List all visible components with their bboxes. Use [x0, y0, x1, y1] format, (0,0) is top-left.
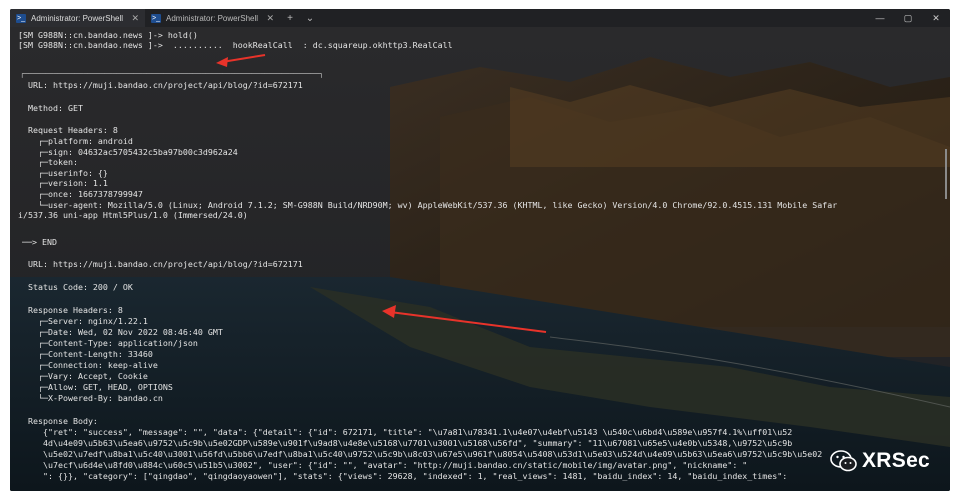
response-header-line: └─X-Powered-By: bandao.cn [28, 394, 163, 403]
request-method: Method: GET [28, 104, 83, 113]
powershell-icon: >_ [151, 13, 161, 23]
powershell-icon: >_ [16, 13, 26, 23]
minimize-button[interactable]: — [866, 9, 894, 27]
response-headers-title: Response Headers: 8 [28, 306, 123, 315]
request-header-line: ┌─token: [28, 158, 78, 168]
terminal-window: >_ Administrator: PowerShell ✕ >_ Admini… [10, 9, 950, 491]
tab-powershell-2[interactable]: >_ Administrator: PowerShell ✕ [145, 9, 280, 27]
response-body-line: 4d\u4e09\u5b63\u5ea6\u9752\u5c9b\u5e02GD… [28, 439, 793, 448]
prompt-line-2: [SM G988N::cn.bandao.news ]-> ..........… [18, 41, 453, 50]
prompt: [SM G988N::cn.bandao.news ]-> [18, 31, 168, 40]
tab-label: Administrator: PowerShell [31, 13, 124, 23]
close-tab-icon[interactable]: ✕ [266, 13, 274, 24]
request-header-line: ┌─version: 1.1 [28, 179, 108, 189]
box-top-border: ┌───────────────────────────────────────… [20, 70, 324, 78]
watermark: XRSec [830, 449, 930, 473]
wechat-icon [830, 450, 857, 472]
response-body-title: Response Body: [28, 417, 98, 426]
response-header-line: ┌─Server: nginx/1.22.1 [28, 317, 148, 326]
response-body-line: ": {}}, "category": ["qingdao", "qingdao… [28, 472, 793, 481]
request-header-line: ┌─sign: 04632ac5705432c5ba97b00c3d962a24 [28, 147, 238, 157]
response-url: URL: https://muji.bandao.cn/project/api/… [28, 260, 303, 269]
prompt: [SM G988N::cn.bandao.news ]-> [18, 41, 168, 50]
maximize-button[interactable]: ▢ [894, 9, 922, 27]
request-url: URL: https://muji.bandao.cn/project/api/… [28, 81, 303, 90]
response-header-line: ┌─Content-Length: 33460 [28, 350, 153, 359]
scrollbar[interactable] [945, 149, 947, 199]
response-header-line: ┌─Content-Type: application/json [28, 339, 198, 348]
chevron-down-icon[interactable]: ⌄ [300, 13, 320, 24]
response-header-line: ┌─Allow: GET, HEAD, OPTIONS [28, 383, 173, 392]
request-header-line: i/537.36 uni-app Html5Plus/1.0 (Immersed… [18, 211, 248, 221]
request-header-line: ┌─userinfo: {} [28, 168, 108, 178]
title-bar: >_ Administrator: PowerShell ✕ >_ Admini… [10, 9, 950, 27]
end-marker: ──> END [22, 238, 57, 247]
response-body-line: {"ret": "success", "message": "", "data"… [28, 428, 793, 437]
close-tab-icon[interactable]: ✕ [131, 13, 139, 24]
response-header-line: ┌─Connection: keep-alive [28, 361, 158, 370]
status-code: Status Code: 200 / OK [28, 283, 133, 292]
request-header-line: └─user-agent: Mozilla/5.0 (Linux; Androi… [28, 200, 838, 210]
tab-label: Administrator: PowerShell [166, 13, 259, 23]
prompt-line-1: [SM G988N::cn.bandao.news ]-> hold() [18, 31, 198, 40]
watermark-text: XRSec [862, 449, 931, 472]
response-header-line: ┌─Vary: Accept, Cookie [28, 372, 148, 381]
tab-powershell-1[interactable]: >_ Administrator: PowerShell ✕ [10, 9, 145, 27]
close-button[interactable]: ✕ [922, 9, 950, 27]
terminal-output[interactable]: [SM G988N::cn.bandao.news ]-> hold() [SM… [10, 27, 950, 491]
new-tab-button[interactable]: + [280, 13, 300, 24]
command-output: .......... hookRealCall : dc.squareup.ok… [167, 41, 453, 50]
request-headers-title: Request Headers: 8 [28, 126, 118, 135]
request-header-line: ┌─once: 1667378799947 [28, 190, 143, 199]
command: hold() [167, 31, 198, 40]
response-body-line: \u7ecf\u6d4e\u8fd0\u884c\u60c5\u51b5\u30… [28, 461, 748, 470]
response-body-line: \u5e02\u7edf\u8ba1\u5c40\u3001\u56fd\u5b… [28, 450, 823, 459]
response-header-line: ┌─Date: Wed, 02 Nov 2022 08:46:40 GMT [28, 328, 223, 337]
request-header-line: ┌─platform: android [28, 137, 133, 146]
